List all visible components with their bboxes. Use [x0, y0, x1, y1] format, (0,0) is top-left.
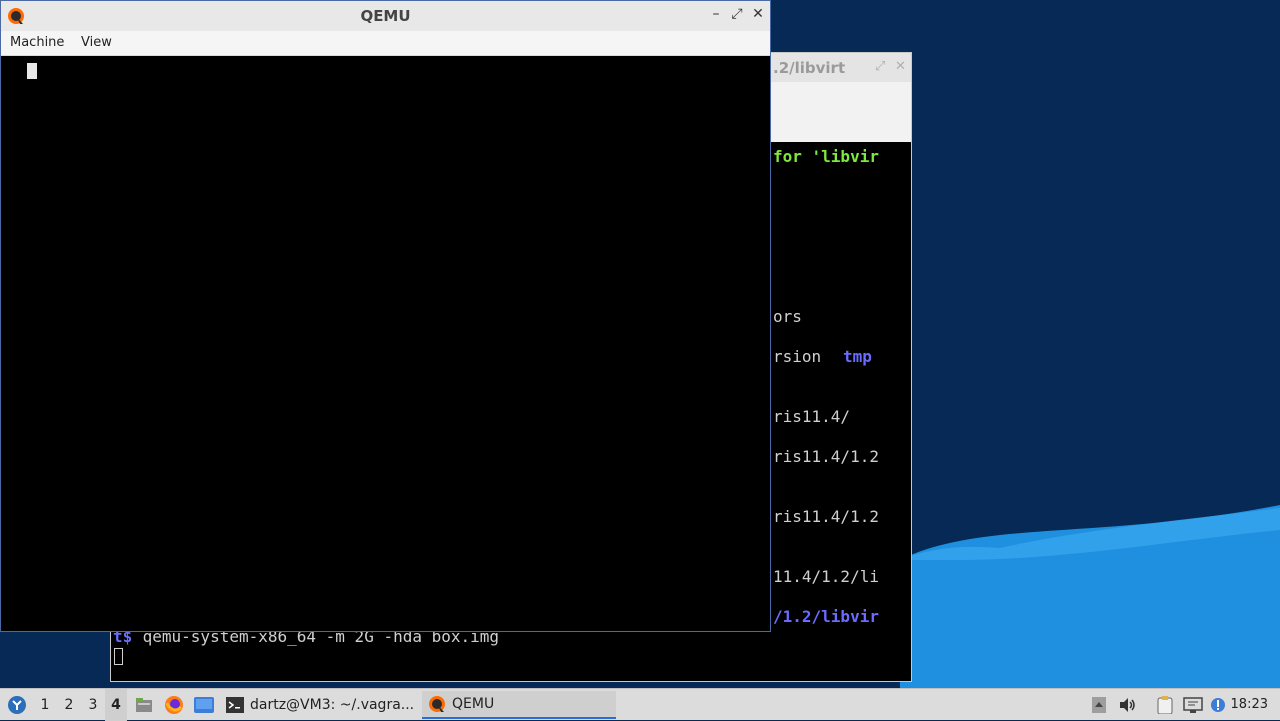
terminal-dir-tmp: tmp [843, 347, 872, 366]
file-manager-launcher[interactable] [133, 689, 155, 721]
vm-text-cursor [27, 63, 37, 79]
qemu-window[interactable]: QEMU – ⤢ ✕ Machine View [0, 0, 771, 632]
terminal-cursor [114, 648, 123, 665]
menu-view[interactable]: View [81, 35, 112, 50]
volume-button[interactable] [1118, 689, 1138, 721]
desktop-icon [194, 697, 214, 713]
volume-icon [1120, 698, 1135, 712]
firefox-icon [165, 696, 183, 714]
network-button[interactable] [1182, 689, 1204, 721]
task-terminal-label: dartz@VM3: ~/.vagra... [250, 697, 415, 713]
clipboard-icon [1157, 696, 1173, 714]
task-qemu[interactable]: QEMU [422, 691, 616, 719]
network-icon [1183, 697, 1203, 713]
workspace-1[interactable]: 1 [34, 689, 56, 721]
notification-button[interactable] [1208, 689, 1228, 721]
taskbar: 1 2 3 4 dartz@VM3: ~/.vagra... QEMU 18:2… [0, 688, 1280, 721]
terminal-maximize-icon[interactable]: ⤢ [875, 59, 885, 74]
terminal-line: ris11.4/1.2 [773, 507, 879, 526]
terminal-title: .2/libvirt [773, 59, 846, 77]
qemu-menubar: Machine View [1, 31, 770, 56]
show-desktop-launcher[interactable] [193, 689, 215, 721]
minimize-icon[interactable]: – [707, 6, 725, 22]
firefox-launcher[interactable] [163, 689, 185, 721]
workspace-2[interactable]: 2 [58, 689, 80, 721]
info-notification-icon [1211, 698, 1225, 712]
terminal-line: /1.2/libvir [773, 607, 879, 626]
qemu-window-title: QEMU [360, 7, 411, 25]
menu-machine[interactable]: Machine [10, 35, 64, 50]
start-menu-icon [8, 696, 26, 714]
close-icon[interactable]: ✕ [749, 6, 767, 22]
tray-arrow-icon [1092, 697, 1106, 713]
clipboard-button[interactable] [1155, 689, 1175, 721]
terminal-icon [226, 697, 244, 713]
file-manager-icon [136, 698, 152, 712]
terminal-line: 11.4/1.2/li [773, 567, 879, 586]
terminal-line: rsion [773, 347, 841, 366]
terminal-line: ris11.4/ [773, 407, 851, 426]
vm-display[interactable] [2, 56, 769, 631]
task-qemu-label: QEMU [452, 696, 495, 712]
start-menu-button[interactable] [4, 689, 30, 721]
task-terminal[interactable]: dartz@VM3: ~/.vagra... [222, 691, 420, 719]
tray-expand-button[interactable] [1090, 689, 1108, 721]
maximize-icon[interactable]: ⤢ [728, 6, 746, 22]
workspace-4[interactable]: 4 [105, 689, 127, 721]
terminal-close-icon[interactable]: ✕ [895, 59, 906, 74]
qemu-icon [429, 696, 445, 712]
workspace-3[interactable]: 3 [82, 689, 104, 721]
qemu-titlebar[interactable]: QEMU – ⤢ ✕ [1, 1, 770, 31]
desktop: .2/libvirt ⤢ ✕ for 'libvir ors rsion tmp… [0, 0, 1280, 688]
clock[interactable]: 18:23 [1231, 689, 1268, 721]
terminal-line: ris11.4/1.2 [773, 447, 879, 466]
terminal-line: for 'libvir [773, 147, 879, 166]
terminal-line: ors [773, 307, 802, 326]
